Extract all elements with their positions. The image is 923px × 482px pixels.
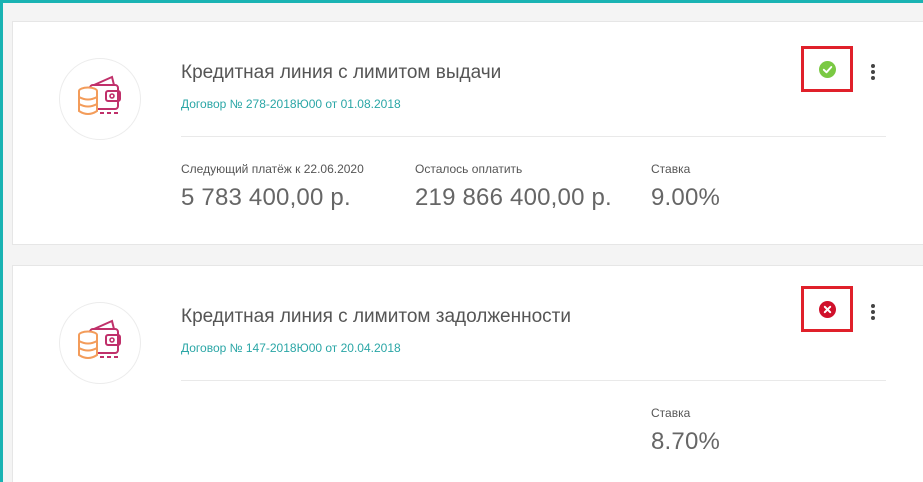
divider [181,380,886,381]
remaining-field: Осталось оплатить 219 866 400,00 р. [415,162,612,212]
next-payment-field: Следующий платёж к 22.06.2020 5 783 400,… [181,162,364,212]
error-circle-icon [819,301,836,318]
rate-field: Ставка 8.70% [651,406,720,456]
contract-link[interactable]: Договор № 147-2018Ю00 от 20.04.2018 [181,341,401,355]
wallet-coins-icon [78,75,121,115]
more-options-icon[interactable] [868,302,878,322]
rate-field: Ставка 9.00% [651,162,720,212]
status-indicator [801,46,853,92]
check-circle-icon [819,61,836,78]
rate-label: Ставка [651,406,691,420]
loan-title: Кредитная линия с лимитом выдачи [181,62,502,83]
contract-link[interactable]: Договор № 278-2018Ю00 от 01.08.2018 [181,97,401,111]
next-payment-value: 5 783 400,00 р. [181,184,351,211]
divider [181,136,886,137]
more-options-icon[interactable] [868,62,878,82]
loan-title: Кредитная линия с лимитом задолженности [181,306,571,327]
loan-product-icon-wrapper [59,302,141,384]
next-payment-label: Следующий платёж к 22.06.2020 [181,162,364,176]
loan-card: Кредитная линия с лимитом задолженности … [12,265,923,482]
wallet-coins-icon [78,319,121,359]
status-indicator [801,286,853,332]
loan-product-icon-wrapper [59,58,141,140]
remaining-label: Осталось оплатить [415,162,523,176]
rate-value: 9.00% [651,184,721,211]
loan-card: Кредитная линия с лимитом выдачи Договор… [12,21,923,245]
rate-value: 8.70% [651,428,721,455]
loans-panel: Кредитная линия с лимитом выдачи Договор… [0,0,923,482]
remaining-value: 219 866 400,00 р. [415,184,612,211]
rate-label: Ставка [651,162,691,176]
